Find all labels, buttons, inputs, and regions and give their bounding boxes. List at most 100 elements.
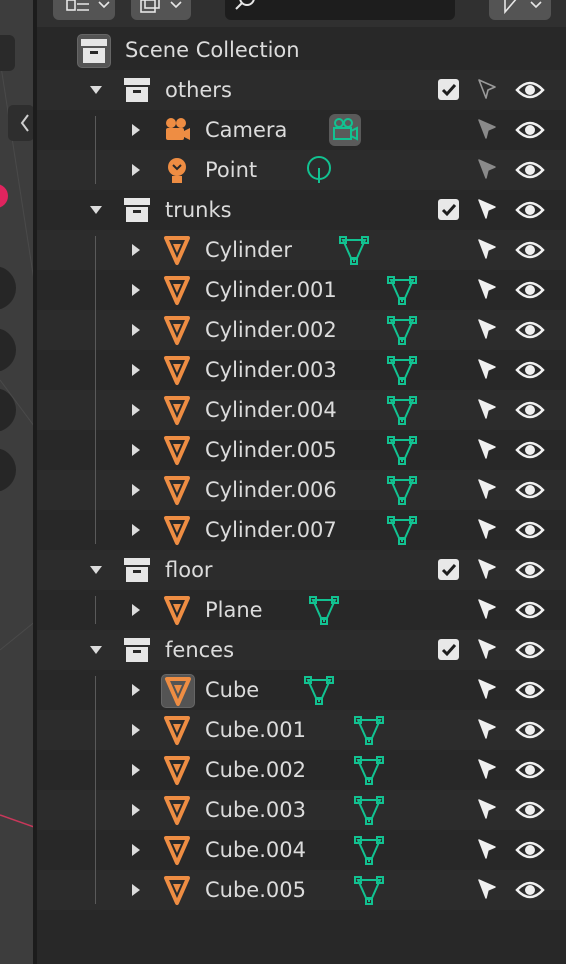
object-row-Plane[interactable]: Plane xyxy=(37,590,566,630)
visibility-eye-icon[interactable] xyxy=(515,836,545,864)
visibility-eye-icon[interactable] xyxy=(515,596,545,624)
visibility-eye-icon[interactable] xyxy=(515,516,545,544)
mesh-object-icon[interactable] xyxy=(161,834,193,866)
object-row-Point[interactable]: Point xyxy=(37,150,566,190)
visibility-eye-icon[interactable] xyxy=(515,316,545,344)
light-data-icon[interactable] xyxy=(303,154,335,186)
selectable-cursor-icon[interactable] xyxy=(473,356,501,384)
object-label[interactable]: Point xyxy=(205,150,257,190)
expand-triangle-icon[interactable] xyxy=(126,150,146,190)
object-row-Cylinder.002[interactable]: Cylinder.002 xyxy=(37,310,566,350)
collection-row-floor[interactable]: floor xyxy=(37,550,566,590)
object-row-Cylinder.004[interactable]: Cylinder.004 xyxy=(37,390,566,430)
mesh-object-icon[interactable] xyxy=(161,234,193,266)
expand-triangle-icon[interactable] xyxy=(126,870,146,910)
visibility-eye-icon[interactable] xyxy=(515,876,545,904)
object-row-Cube.005[interactable]: Cube.005 xyxy=(37,870,566,910)
object-label[interactable]: Cube xyxy=(205,670,259,710)
scene-collection-row[interactable]: Scene Collection xyxy=(37,30,566,70)
selectable-cursor-icon[interactable] xyxy=(473,716,501,744)
visibility-eye-icon[interactable] xyxy=(515,276,545,304)
selectable-cursor-icon[interactable] xyxy=(473,156,501,184)
visibility-eye-icon[interactable] xyxy=(515,116,545,144)
selectable-cursor-icon[interactable] xyxy=(473,316,501,344)
mesh-data-icon[interactable] xyxy=(353,754,385,786)
collection-row-fences[interactable]: fences xyxy=(37,630,566,670)
selectable-cursor-icon[interactable] xyxy=(473,196,501,224)
filter-button[interactable] xyxy=(131,0,191,20)
mesh-object-icon[interactable] xyxy=(161,514,193,546)
mesh-object-icon[interactable] xyxy=(161,354,193,386)
selectable-cursor-icon[interactable] xyxy=(473,276,501,304)
light-object-icon[interactable] xyxy=(161,154,193,186)
object-label[interactable]: Cube.005 xyxy=(205,870,306,910)
mesh-object-icon[interactable] xyxy=(161,754,193,786)
collapse-triangle-icon[interactable] xyxy=(86,70,106,110)
mesh-data-icon[interactable] xyxy=(386,394,418,426)
visibility-eye-icon[interactable] xyxy=(515,756,545,784)
filter-popover-button[interactable] xyxy=(489,0,551,20)
mesh-data-icon[interactable] xyxy=(353,794,385,826)
collapse-triangle-icon[interactable] xyxy=(86,550,106,590)
expand-triangle-icon[interactable] xyxy=(126,310,146,350)
mesh-object-icon[interactable] xyxy=(161,794,193,826)
object-label[interactable]: Cube.003 xyxy=(205,790,306,830)
mesh-object-icon[interactable] xyxy=(161,314,193,346)
mesh-data-icon[interactable] xyxy=(308,594,340,626)
object-row-Cube.001[interactable]: Cube.001 xyxy=(37,710,566,750)
mesh-data-icon[interactable] xyxy=(386,274,418,306)
selectable-cursor-icon[interactable] xyxy=(473,516,501,544)
exclude-checkbox[interactable] xyxy=(438,199,459,220)
mesh-object-icon[interactable] xyxy=(161,394,193,426)
object-label[interactable]: Cube.001 xyxy=(205,710,306,750)
mesh-object-icon[interactable] xyxy=(161,674,195,708)
mesh-object-icon[interactable] xyxy=(161,714,193,746)
selectable-cursor-icon[interactable] xyxy=(473,836,501,864)
selectable-cursor-icon[interactable] xyxy=(473,236,501,264)
expand-triangle-icon[interactable] xyxy=(126,510,146,550)
object-label[interactable]: Cylinder.005 xyxy=(205,430,337,470)
expand-triangle-icon[interactable] xyxy=(126,670,146,710)
object-label[interactable]: Camera xyxy=(205,110,287,150)
visibility-eye-icon[interactable] xyxy=(515,556,545,584)
expand-triangle-icon[interactable] xyxy=(126,390,146,430)
mesh-data-icon[interactable] xyxy=(386,514,418,546)
visibility-eye-icon[interactable] xyxy=(515,76,545,104)
mesh-data-icon[interactable] xyxy=(338,234,370,266)
object-row-Cylinder.001[interactable]: Cylinder.001 xyxy=(37,270,566,310)
collection-row-others[interactable]: others xyxy=(37,70,566,110)
expand-triangle-icon[interactable] xyxy=(126,750,146,790)
object-row-Cylinder.005[interactable]: Cylinder.005 xyxy=(37,430,566,470)
visibility-eye-icon[interactable] xyxy=(515,476,545,504)
object-label[interactable]: Cube.004 xyxy=(205,830,306,870)
object-row-Cube.003[interactable]: Cube.003 xyxy=(37,790,566,830)
object-label[interactable]: Cylinder.007 xyxy=(205,510,337,550)
selectable-cursor-icon[interactable] xyxy=(473,116,501,144)
visibility-eye-icon[interactable] xyxy=(515,716,545,744)
mesh-object-icon[interactable] xyxy=(161,434,193,466)
object-label[interactable]: Cylinder.001 xyxy=(205,270,337,310)
expand-triangle-icon[interactable] xyxy=(126,270,146,310)
object-label[interactable]: Plane xyxy=(205,590,263,630)
camera-data-icon[interactable] xyxy=(329,114,361,146)
object-row-Cylinder[interactable]: Cylinder xyxy=(37,230,566,270)
selectable-cursor-icon[interactable] xyxy=(473,876,501,904)
object-label[interactable]: Cylinder.002 xyxy=(205,310,337,350)
mesh-object-icon[interactable] xyxy=(161,874,193,906)
visibility-eye-icon[interactable] xyxy=(515,236,545,264)
collection-row-trunks[interactable]: trunks xyxy=(37,190,566,230)
exclude-checkbox[interactable] xyxy=(438,639,459,660)
display-mode-button[interactable] xyxy=(53,0,115,20)
selectable-cursor-icon[interactable] xyxy=(473,676,501,704)
expand-triangle-icon[interactable] xyxy=(126,230,146,270)
object-row-Cube.004[interactable]: Cube.004 xyxy=(37,830,566,870)
expand-triangle-icon[interactable] xyxy=(126,430,146,470)
visibility-eye-icon[interactable] xyxy=(515,636,545,664)
exclude-checkbox[interactable] xyxy=(438,559,459,580)
selectable-cursor-icon[interactable] xyxy=(473,636,501,664)
mesh-data-icon[interactable] xyxy=(353,874,385,906)
object-row-Cube[interactable]: Cube xyxy=(37,670,566,710)
exclude-checkbox[interactable] xyxy=(438,79,459,100)
visibility-eye-icon[interactable] xyxy=(515,676,545,704)
object-row-Camera[interactable]: Camera xyxy=(37,110,566,150)
